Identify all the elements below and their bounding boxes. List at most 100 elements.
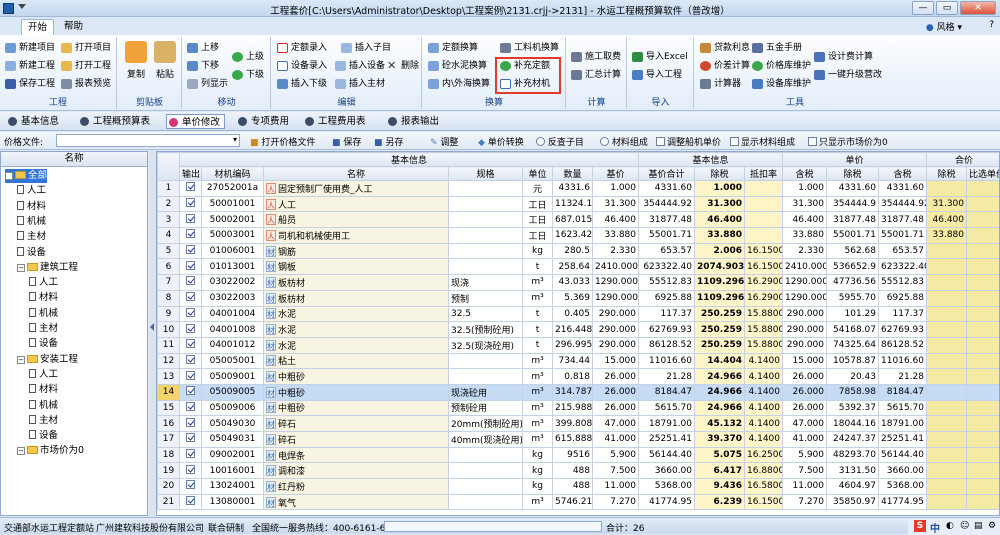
inc-tax-price[interactable]: 7.270 bbox=[783, 494, 827, 510]
material-name[interactable]: 材钢板 bbox=[264, 259, 449, 275]
checkbox-icon[interactable] bbox=[186, 261, 195, 270]
output-checkbox[interactable] bbox=[180, 243, 202, 259]
total-inc-tax[interactable]: 25251.41 bbox=[879, 432, 927, 448]
unit[interactable]: m³ bbox=[523, 432, 553, 448]
row-number[interactable]: 20 bbox=[158, 479, 180, 495]
total-ex-tax[interactable]: 47736.56 bbox=[827, 275, 879, 291]
base-price[interactable]: 7.270 bbox=[593, 494, 639, 510]
compare-ex-tax[interactable] bbox=[927, 447, 967, 463]
material-name[interactable]: 材水泥 bbox=[264, 306, 449, 322]
material-name[interactable]: 人固定预制厂使用费_人工 bbox=[264, 181, 449, 197]
ex-tax-price[interactable]: 24.966 bbox=[695, 400, 745, 416]
material-code[interactable]: 04001008 bbox=[202, 322, 264, 338]
compare-extra[interactable] bbox=[967, 322, 1000, 338]
inc-tax-price[interactable]: 26.000 bbox=[783, 369, 827, 385]
material-name[interactable]: 材红丹粉 bbox=[264, 479, 449, 495]
quantity[interactable]: 216.448 bbox=[553, 322, 593, 338]
tab-engineering-fee-table[interactable]: 工程费用表 bbox=[303, 114, 366, 129]
material-name[interactable]: 材中粗砂 bbox=[264, 384, 449, 400]
compare-extra[interactable] bbox=[967, 353, 1000, 369]
one-click-upgrade-button[interactable]: 一键升级营改 bbox=[813, 68, 882, 82]
deduction-rate[interactable] bbox=[745, 196, 783, 212]
move-up-button[interactable]: 上移 bbox=[186, 41, 219, 55]
row-number[interactable]: 9 bbox=[158, 306, 180, 322]
column-display-button[interactable]: 列显示 bbox=[186, 77, 228, 91]
material-name[interactable]: 材板枋材 bbox=[264, 290, 449, 306]
spec[interactable] bbox=[449, 196, 523, 212]
move-down-button[interactable]: 下移 bbox=[186, 59, 219, 73]
base-price[interactable]: 11.000 bbox=[593, 479, 639, 495]
copy-button[interactable]: 复制 bbox=[121, 41, 151, 87]
checkbox-icon[interactable] bbox=[186, 182, 195, 191]
output-checkbox[interactable] bbox=[180, 228, 202, 244]
material-name[interactable]: 材调和漆 bbox=[264, 463, 449, 479]
row-number[interactable]: 4 bbox=[158, 228, 180, 244]
deduction-rate[interactable] bbox=[745, 228, 783, 244]
table-row[interactable]: 2113080001材氧气m³5746.217.27041774.956.239… bbox=[158, 494, 1000, 510]
delete-button[interactable]: ✕删除 bbox=[386, 59, 419, 73]
output-checkbox[interactable] bbox=[180, 181, 202, 197]
compare-ex-tax[interactable]: 33.880 bbox=[927, 228, 967, 244]
open-project-button[interactable]: 打开项目 bbox=[60, 41, 111, 55]
inc-tax-price[interactable]: 2.330 bbox=[783, 243, 827, 259]
quantity[interactable]: 0.405 bbox=[553, 306, 593, 322]
tree-node[interactable]: 材料 bbox=[29, 383, 58, 397]
material-code[interactable]: 05049031 bbox=[202, 432, 264, 448]
tab-help[interactable]: 帮助 bbox=[58, 19, 89, 35]
deduction-rate[interactable]: 4.1400 bbox=[745, 432, 783, 448]
checkbox-icon[interactable] bbox=[186, 276, 195, 285]
base-price[interactable]: 1290.000 bbox=[593, 290, 639, 306]
ex-tax-price[interactable]: 1109.296 bbox=[695, 275, 745, 291]
tree-node[interactable]: −建筑工程 bbox=[17, 261, 78, 275]
inc-tax-price[interactable]: 11.000 bbox=[783, 479, 827, 495]
tab-unit-price-edit[interactable]: 单价修改 bbox=[166, 114, 225, 129]
total-ex-tax[interactable]: 562.68 bbox=[827, 243, 879, 259]
ex-tax-price[interactable]: 250.259 bbox=[695, 306, 745, 322]
panel-splitter[interactable] bbox=[149, 151, 156, 516]
unit[interactable]: 工日 bbox=[523, 212, 553, 228]
output-checkbox[interactable] bbox=[180, 400, 202, 416]
tree-node[interactable]: −全部 bbox=[5, 169, 47, 183]
table-row[interactable]: 1505009006材中粗砂预制砼用m³215.98826.0005615.70… bbox=[158, 400, 1000, 416]
material-name[interactable]: 材中粗砂 bbox=[264, 400, 449, 416]
base-total[interactable]: 5368.00 bbox=[639, 479, 695, 495]
compare-extra[interactable] bbox=[967, 275, 1000, 291]
quota-entry-button[interactable]: 定额录入 bbox=[276, 41, 327, 55]
deduction-rate[interactable]: 4.1400 bbox=[745, 384, 783, 400]
base-total[interactable]: 8184.47 bbox=[639, 384, 695, 400]
tree-node[interactable]: 人工 bbox=[29, 368, 58, 382]
material-code[interactable]: 13024001 bbox=[202, 479, 264, 495]
table-row[interactable]: 703022002材板枋材现浇m³43.0331290.00055512.831… bbox=[158, 275, 1000, 291]
base-price[interactable]: 33.880 bbox=[593, 228, 639, 244]
inc-tax-price[interactable]: 31.300 bbox=[783, 196, 827, 212]
hardware-manual-button[interactable]: 五金手册 bbox=[751, 41, 802, 55]
ex-tax-price[interactable]: 24.966 bbox=[695, 384, 745, 400]
deduction-rate[interactable]: 15.8800 bbox=[745, 306, 783, 322]
total-inc-tax[interactable]: 41774.95 bbox=[879, 494, 927, 510]
output-checkbox[interactable] bbox=[180, 337, 202, 353]
tab-start[interactable]: 开始 bbox=[21, 19, 54, 35]
total-ex-tax[interactable]: 3131.50 bbox=[827, 463, 879, 479]
tab-special-fees[interactable]: 专项费用 bbox=[236, 114, 289, 129]
material-code[interactable]: 05009006 bbox=[202, 400, 264, 416]
total-inc-tax-col-header[interactable]: 含税 bbox=[879, 167, 927, 181]
material-name[interactable]: 材中粗砂 bbox=[264, 369, 449, 385]
unit[interactable]: kg bbox=[523, 463, 553, 479]
checkbox-icon[interactable] bbox=[186, 402, 195, 411]
compare-ex-tax[interactable] bbox=[927, 494, 967, 510]
compare-ex-tax[interactable] bbox=[927, 290, 967, 306]
concrete-cement-conversion-button[interactable]: 砼水泥换算 bbox=[427, 59, 487, 73]
total-inc-tax[interactable]: 3660.00 bbox=[879, 463, 927, 479]
total-ex-tax[interactable]: 20.43 bbox=[827, 369, 879, 385]
ime-shape-icon[interactable]: ☺ bbox=[960, 521, 969, 531]
inc-tax-price[interactable]: 290.000 bbox=[783, 322, 827, 338]
compare-extra[interactable] bbox=[967, 196, 1000, 212]
base-total[interactable]: 56144.40 bbox=[639, 447, 695, 463]
output-checkbox[interactable] bbox=[180, 196, 202, 212]
checkbox-icon[interactable] bbox=[186, 449, 195, 458]
inc-tax-price[interactable]: 15.000 bbox=[783, 353, 827, 369]
open-engineering-button[interactable]: 打开工程 bbox=[60, 59, 111, 73]
unit[interactable]: m³ bbox=[523, 353, 553, 369]
collapse-icon[interactable]: − bbox=[17, 447, 25, 455]
table-row[interactable]: 250001001人人工工日11324.1131.300354444.9231.… bbox=[158, 196, 1000, 212]
